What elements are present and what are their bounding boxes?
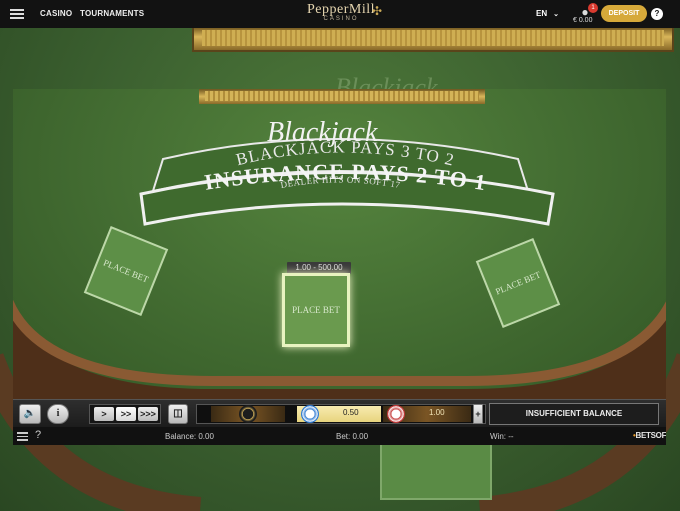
header-balance: € 0.00 bbox=[573, 17, 593, 24]
nav-link-tournaments[interactable]: TOURNAMENTS bbox=[80, 9, 144, 18]
chip-selector: 0.50 1.00 bbox=[196, 404, 486, 424]
status-win: Win: -- bbox=[490, 432, 514, 441]
game-help-icon[interactable]: ? bbox=[35, 429, 41, 441]
game-control-bar: 🔈 i > >> >>> ◫ − 0.50 1.00 + INSU bbox=[13, 399, 666, 427]
clear-bets-icon: ◫ bbox=[173, 408, 183, 419]
speed-fastest-button[interactable]: >>> bbox=[138, 407, 158, 421]
status-balance: Balance: 0.00 bbox=[165, 432, 214, 441]
speed-selector: > >> >>> bbox=[89, 404, 161, 424]
background-bet-spot bbox=[380, 440, 492, 500]
speed-normal-button[interactable]: > bbox=[94, 407, 114, 421]
language-selector[interactable]: EN ⌄ bbox=[536, 9, 559, 18]
chip-dark-icon bbox=[239, 405, 257, 423]
clear-bets-button[interactable]: ◫ bbox=[168, 404, 188, 424]
bet-spot-center[interactable]: PLACE BET bbox=[282, 273, 350, 347]
bet-spot-center-label: PLACE BET bbox=[292, 304, 340, 315]
chip-value-1.00: 1.00 bbox=[429, 408, 445, 417]
deposit-button[interactable]: DEPOSIT bbox=[601, 5, 647, 22]
betsoft-logo: •BETSOFT bbox=[633, 431, 666, 440]
top-navigation-bar: CASINO TOURNAMENTS PepperMill CASINO ✣ E… bbox=[0, 0, 680, 28]
speed-fast-button[interactable]: >> bbox=[116, 407, 136, 421]
game-status-bar: ? Balance: 0.00 Bet: 0.00 Win: -- •BETSO… bbox=[13, 427, 666, 445]
speaker-icon: 🔈 bbox=[23, 408, 37, 419]
hamburger-menu-icon[interactable] bbox=[10, 9, 24, 19]
provider-brand: BETSOFT bbox=[635, 431, 666, 440]
bet-spot-left-label: PLACE BET bbox=[102, 256, 151, 285]
insufficient-balance-message: INSUFFICIENT BALANCE bbox=[489, 403, 659, 425]
chevron-down-icon: ⌄ bbox=[553, 11, 559, 18]
game-menu-icon[interactable] bbox=[17, 432, 28, 441]
chip-red-icon bbox=[387, 405, 405, 423]
chip-scroll-right-button[interactable]: + bbox=[473, 404, 483, 424]
chip-option-0.50[interactable]: 0.50 bbox=[297, 405, 381, 423]
info-button[interactable]: i bbox=[47, 404, 69, 424]
chip-slot-empty bbox=[211, 405, 285, 423]
chip-option-1.00[interactable]: 1.00 bbox=[383, 405, 471, 423]
windmill-icon: ✣ bbox=[372, 4, 383, 18]
peppermill-logo[interactable]: PepperMill CASINO ✣ bbox=[286, 2, 396, 26]
blackjack-game-frame: Blackjack BLACKJACK PAYS 3 TO 2 DEALER H… bbox=[13, 89, 666, 445]
status-bet: Bet: 0.00 bbox=[336, 432, 369, 441]
bet-spot-right-label: PLACE BET bbox=[493, 268, 542, 297]
chip-blue-icon bbox=[301, 405, 319, 423]
notification-badge: 1 bbox=[588, 3, 598, 13]
help-icon[interactable]: ? bbox=[651, 8, 663, 20]
sound-toggle-button[interactable]: 🔈 bbox=[19, 404, 41, 424]
language-label: EN bbox=[536, 9, 548, 18]
nav-link-casino[interactable]: CASINO bbox=[40, 9, 72, 18]
chip-value-0.50: 0.50 bbox=[343, 408, 359, 417]
